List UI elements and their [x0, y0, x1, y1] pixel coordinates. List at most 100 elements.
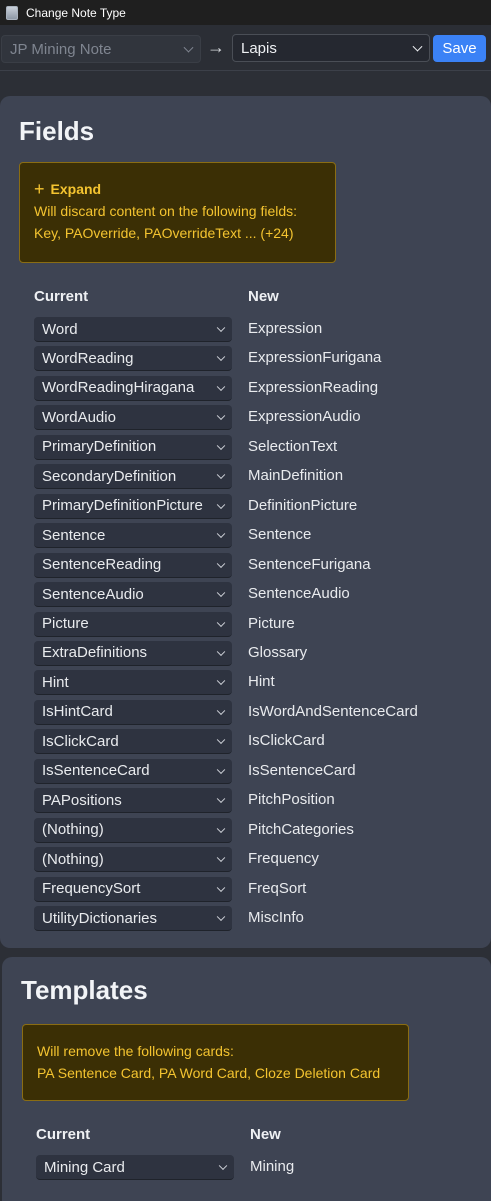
- current-field-select[interactable]: WordReadingHiragana: [34, 375, 232, 401]
- chevron-down-icon: [216, 529, 226, 539]
- current-field-select[interactable]: FrequencySort: [34, 876, 232, 902]
- new-field-label: DefinitionPicture: [248, 496, 358, 514]
- note-type-toolbar: JP Mining Note → Lapis Save: [0, 25, 491, 71]
- chevron-down-icon: [216, 765, 226, 774]
- mapping-row: SentenceReading SentenceFurigana: [0, 552, 491, 579]
- mapping-row: Word Expression: [0, 317, 491, 343]
- current-field-select[interactable]: SecondaryDefinition: [34, 464, 232, 490]
- new-field-label: Frequency: [248, 850, 319, 868]
- current-field-value: Mining Card: [44, 1158, 125, 1176]
- current-column-header: Current: [36, 1126, 91, 1143]
- arrow-right-icon: →: [207, 37, 225, 57]
- new-field-label: Sentence: [248, 526, 312, 544]
- new-field-label: IsClickCard: [248, 732, 325, 750]
- warning-line: PA Sentence Card, PA Word Card, Cloze De…: [37, 1065, 381, 1081]
- chevron-down-icon: [216, 735, 226, 745]
- current-column-header: Current: [34, 288, 89, 305]
- new-field-label: FreqSort: [248, 879, 307, 897]
- plus-icon: +: [34, 179, 45, 199]
- chevron-down-icon: [216, 588, 226, 598]
- chevron-down-icon: [183, 42, 194, 53]
- current-field-value: FrequencySort: [42, 880, 141, 898]
- current-field-select[interactable]: PrimaryDefinition: [34, 434, 232, 460]
- fields-heading: Fields: [19, 116, 95, 146]
- current-field-value: IsSentenceCard: [42, 762, 150, 780]
- new-field-label: SelectionText: [248, 437, 338, 455]
- app-icon: [6, 5, 18, 20]
- to-note-type-select[interactable]: Lapis: [232, 34, 430, 62]
- current-field-select[interactable]: IsSentenceCard: [34, 758, 232, 784]
- current-field-select[interactable]: WordAudio: [34, 405, 232, 431]
- new-field-label: PitchCategories: [248, 820, 354, 838]
- mapping-row: SentenceAudio SentenceAudio: [0, 582, 491, 608]
- save-button[interactable]: Save: [433, 35, 486, 62]
- mapping-row: WordAudio ExpressionAudio: [0, 405, 491, 431]
- current-field-value: Sentence: [42, 526, 106, 544]
- mapping-row: (Nothing) Frequency: [0, 847, 491, 873]
- current-field-select[interactable]: Mining Card: [36, 1155, 234, 1180]
- current-field-select[interactable]: Picture: [34, 611, 232, 637]
- mapping-row: Hint Hint: [0, 670, 491, 696]
- new-column-header: New: [248, 288, 279, 305]
- current-field-select[interactable]: ExtraDefinitions: [34, 640, 232, 666]
- chevron-down-icon: [216, 706, 226, 715]
- current-field-select[interactable]: SentenceAudio: [34, 582, 232, 608]
- templates-panel: Templates Will remove the following card…: [2, 957, 491, 1201]
- current-field-value: UtilityDictionaries: [42, 909, 158, 927]
- window-title: Change Note Type: [26, 5, 126, 20]
- new-field-label: PitchPosition: [248, 791, 335, 809]
- current-field-select[interactable]: PrimaryDefinitionPicture: [34, 493, 232, 519]
- current-field-value: PrimaryDefinitionPicture: [42, 497, 203, 515]
- mapping-row: FrequencySort FreqSort: [0, 876, 491, 903]
- current-field-select[interactable]: UtilityDictionaries: [34, 906, 232, 931]
- new-field-label: Expression: [248, 320, 323, 337]
- mapping-row: (Nothing) PitchCategories: [0, 817, 491, 844]
- from-note-type-select[interactable]: JP Mining Note: [1, 35, 201, 63]
- mapping-row: IsSentenceCard IsSentenceCard: [0, 758, 491, 785]
- fields-panel: Fields + Expand Will discard content on …: [0, 96, 491, 948]
- chevron-down-icon: [216, 883, 226, 892]
- new-column-header: New: [250, 1126, 281, 1143]
- current-field-select[interactable]: Word: [34, 317, 232, 342]
- chevron-down-icon: [216, 323, 226, 333]
- new-field-label: Hint: [248, 673, 275, 691]
- new-field-label: Glossary: [248, 643, 308, 661]
- warning-line: Will discard content on the following fi…: [34, 203, 298, 219]
- mapping-row: PrimaryDefinitionPicture DefinitionPictur…: [0, 493, 491, 520]
- mapping-row: PrimaryDefinition SelectionText: [0, 434, 491, 461]
- current-field-value: IsHintCard: [42, 703, 113, 721]
- current-field-select[interactable]: IsClickCard: [34, 729, 232, 755]
- current-field-select[interactable]: IsHintCard: [34, 699, 232, 725]
- current-field-select[interactable]: Hint: [34, 670, 232, 696]
- new-field-label: Mining: [250, 1158, 295, 1175]
- new-field-label: Picture: [248, 614, 295, 632]
- mapping-row: Mining Card Mining: [2, 1155, 491, 1181]
- mapping-row: IsHintCard IsWordAndSentenceCard: [0, 699, 491, 726]
- chevron-down-icon: [216, 470, 226, 480]
- current-field-value: Hint: [42, 673, 69, 691]
- chevron-down-icon: [216, 912, 226, 922]
- chevron-down-icon: [216, 647, 226, 656]
- chevron-down-icon: [218, 1161, 228, 1171]
- from-note-type-value: JP Mining Note: [10, 40, 112, 58]
- current-field-value: Picture: [42, 615, 89, 632]
- new-field-label: MainDefinition: [248, 467, 344, 485]
- current-field-select[interactable]: WordReading: [34, 346, 232, 372]
- chevron-down-icon: [216, 618, 226, 627]
- chevron-down-icon: [216, 676, 226, 686]
- expand-toggle[interactable]: + Expand: [34, 178, 321, 200]
- expand-label: Expand: [50, 181, 102, 197]
- current-field-select[interactable]: PAPositions: [34, 788, 232, 814]
- mapping-row: Picture Picture: [0, 611, 491, 638]
- current-field-value: ExtraDefinitions: [42, 644, 148, 662]
- chevron-down-icon: [216, 441, 226, 450]
- current-field-select[interactable]: SentenceReading: [34, 552, 232, 578]
- current-field-select[interactable]: (Nothing): [34, 847, 232, 873]
- current-field-select[interactable]: Sentence: [34, 523, 232, 549]
- current-field-select[interactable]: (Nothing): [34, 817, 232, 843]
- new-field-label: ExpressionFurigana: [248, 349, 382, 367]
- templates-heading: Templates: [21, 975, 148, 1005]
- new-field-label: IsSentenceCard: [248, 761, 356, 779]
- new-field-label: MiscInfo: [248, 909, 304, 926]
- current-field-value: (Nothing): [42, 850, 104, 868]
